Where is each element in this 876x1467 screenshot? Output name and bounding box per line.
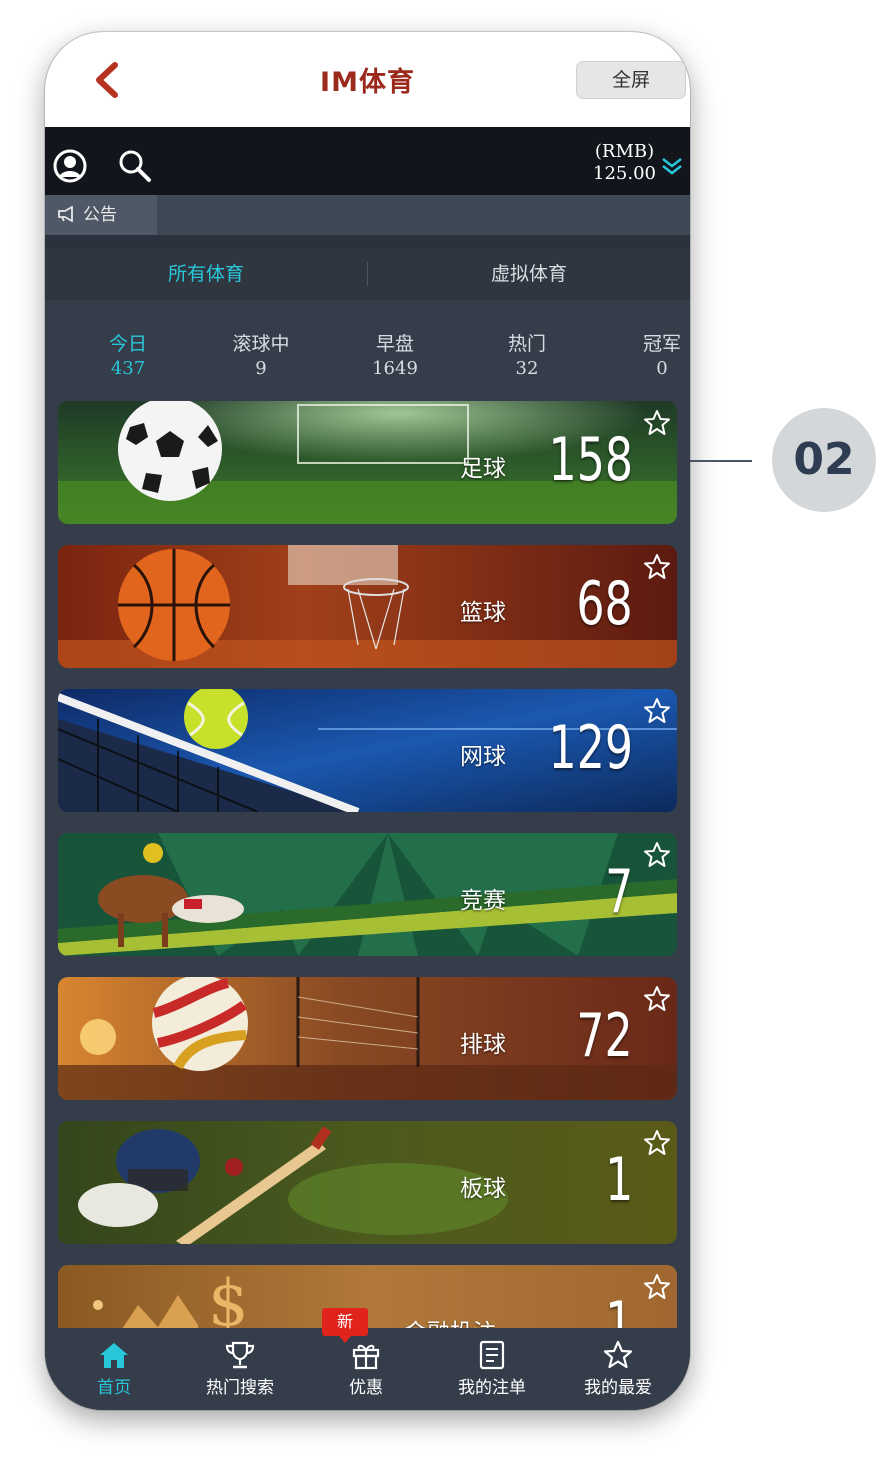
filter-count: 0 (656, 358, 668, 379)
filter-count: 32 (515, 358, 539, 379)
sport-name: 网球 (460, 744, 506, 770)
star-icon[interactable] (643, 697, 671, 725)
nav-my-bets[interactable]: 我的注单 (429, 1340, 555, 1398)
sport-name: 篮球 (460, 600, 506, 626)
sport-card-soccer[interactable]: 足球 158 (58, 401, 677, 524)
filter-count: 1649 (372, 358, 418, 379)
bottom-navigation: 首页 热门搜索 优惠 我的注单 我的最爱 (45, 1328, 690, 1410)
filter-label: 冠军 (642, 333, 681, 355)
sport-card-cricket[interactable]: 板球 1 (58, 1121, 677, 1244)
sport-name: 板球 (460, 1176, 506, 1202)
event-count: 1 (604, 1145, 633, 1215)
callout-marker: 02 (772, 408, 876, 512)
event-count: 7 (604, 857, 633, 927)
filter-label: 热门 (507, 333, 546, 355)
racing-banner-image (58, 833, 677, 956)
nav-home[interactable]: 首页 (51, 1340, 177, 1398)
sport-card-tennis[interactable]: 网球 129 (58, 689, 677, 812)
home-icon (100, 1343, 128, 1368)
announcement-tab[interactable]: 公告 (45, 195, 157, 235)
filter-label: 今日 (108, 333, 147, 355)
star-icon[interactable] (643, 841, 671, 869)
nav-label: 我的注单 (458, 1378, 526, 1398)
event-count: 68 (576, 569, 633, 639)
nav-label: 优惠 (349, 1378, 383, 1398)
sport-name: 足球 (460, 456, 506, 482)
star-icon[interactable] (643, 409, 671, 437)
megaphone-icon (57, 195, 77, 235)
cricket-banner-image (58, 1121, 677, 1244)
search-icon[interactable] (117, 148, 153, 184)
nav-label: 首页 (97, 1378, 131, 1398)
fullscreen-button[interactable]: 全屏 (576, 61, 686, 99)
nav-hot-search[interactable]: 热门搜索 (177, 1340, 303, 1398)
filter-early[interactable]: 早盘 1649 (340, 332, 450, 382)
new-badge: 新 (322, 1308, 368, 1343)
event-count: 129 (548, 713, 633, 783)
star-icon[interactable] (643, 1129, 671, 1157)
filter-champion[interactable]: 冠军 0 (607, 332, 690, 382)
balance-display[interactable]: (RMB) 125.00 (593, 141, 656, 185)
star-icon[interactable] (643, 553, 671, 581)
phone-frame: IM体育 全屏 (RMB) 125.00 公告 所有体育 虚拟体育 今日 437… (45, 32, 690, 1410)
currency-label: (RMB) (594, 141, 655, 162)
star-icon[interactable] (643, 985, 671, 1013)
filter-today[interactable]: 今日 437 (73, 332, 183, 382)
nav-promotions[interactable]: 优惠 (303, 1340, 429, 1398)
event-count: 72 (576, 1001, 633, 1071)
chevron-down-icon[interactable] (660, 157, 684, 175)
account-header: (RMB) 125.00 (45, 127, 690, 195)
time-filters: 今日 437 滚球中 9 早盘 1649 热门 32 冠军 0 (45, 300, 690, 400)
balance-amount: 125.00 (593, 163, 656, 184)
user-icon[interactable] (53, 149, 87, 183)
tab-virtual-sports[interactable]: 虚拟体育 (368, 248, 690, 300)
tab-all-sports[interactable]: 所有体育 (45, 248, 367, 300)
divider (45, 235, 690, 248)
nav-label: 热门搜索 (206, 1378, 274, 1398)
filter-count: 437 (110, 358, 146, 379)
nav-favorites[interactable]: 我的最爱 (555, 1340, 681, 1398)
sport-card-basketball[interactable]: 篮球 68 (58, 545, 677, 668)
sport-card-racing[interactable]: 竞赛 7 (58, 833, 677, 956)
sport-name: 竞赛 (460, 888, 506, 914)
filter-live[interactable]: 滚球中 9 (206, 332, 316, 382)
receipt-icon (479, 1340, 505, 1370)
filter-hot[interactable]: 热门 32 (472, 332, 582, 382)
filter-label: 滚球中 (232, 333, 290, 355)
filter-count: 9 (255, 358, 267, 379)
announcement-bar: 公告 (45, 195, 690, 235)
announcement-label: 公告 (83, 205, 117, 225)
callout-line (690, 460, 752, 462)
category-tabs: 所有体育 虚拟体育 (45, 248, 690, 300)
star-icon (603, 1340, 633, 1369)
sport-name: 排球 (460, 1032, 506, 1058)
nav-label: 我的最爱 (584, 1378, 652, 1398)
star-icon[interactable] (643, 1273, 671, 1301)
event-count: 158 (548, 425, 633, 495)
filter-label: 早盘 (375, 333, 414, 355)
gift-icon (352, 1344, 380, 1370)
trophy-icon (225, 1341, 255, 1369)
sport-card-volleyball[interactable]: 排球 72 (58, 977, 677, 1100)
title-bar: IM体育 全屏 (45, 32, 690, 127)
